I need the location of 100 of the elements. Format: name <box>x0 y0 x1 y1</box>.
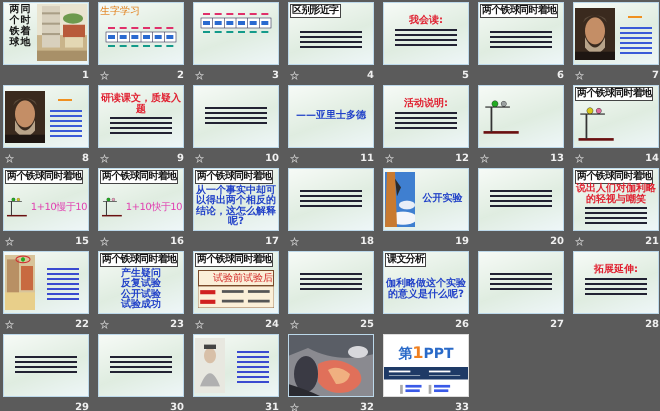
slide-number: 21 <box>645 236 659 246</box>
slide-number: 24 <box>265 318 279 330</box>
animation-icon[interactable] <box>480 154 489 162</box>
slide-thumbnail[interactable]: 第1PPT <box>383 334 469 397</box>
slide-number: 18 <box>360 236 374 246</box>
slide-header: 两个铁球同时着地 <box>195 253 274 267</box>
slide-thumbnail[interactable]: 拓展延伸: <box>573 251 659 314</box>
slide-number: 30 <box>170 402 184 411</box>
animation-icon[interactable] <box>575 236 584 246</box>
slide-number: 15 <box>75 236 89 246</box>
slide-thumbnail[interactable] <box>478 168 564 231</box>
character-grid-drawing <box>200 12 272 36</box>
animation-icon[interactable] <box>195 320 204 328</box>
slide-text: 公开实验 <box>422 194 462 205</box>
slide-thumbnail[interactable]: 两个铁球同时着地 <box>478 2 564 65</box>
slide-number: 22 <box>75 318 89 330</box>
slide-number: 23 <box>170 318 184 330</box>
animation-icon[interactable] <box>5 154 14 162</box>
slide-number: 3 <box>272 70 279 80</box>
slide-header: 两个铁球同时着地 <box>100 253 178 267</box>
slide-number: 17 <box>265 236 279 246</box>
slide-thumbnail[interactable] <box>193 2 279 65</box>
animation-icon[interactable] <box>575 70 584 80</box>
slide-header: 两个铁球同时着地 <box>195 170 274 184</box>
animation-icon[interactable] <box>100 70 109 80</box>
slide-header: 课文分析 <box>385 253 426 267</box>
slide-header: 区别形近字 <box>290 4 341 18</box>
slide-title: 同时着地 <box>20 4 30 50</box>
slide-number: 12 <box>455 152 469 164</box>
animation-icon[interactable] <box>385 154 394 162</box>
slide-number: 13 <box>550 152 564 164</box>
blurred-text-drawing <box>618 14 654 54</box>
animation-icon[interactable] <box>290 154 299 162</box>
animation-icon[interactable] <box>100 154 109 162</box>
slide-number: 32 <box>360 402 374 411</box>
slide-thumbnail[interactable]: 课文分析 伽利略做这个实验的意义是什么呢? <box>383 251 469 314</box>
slide-text: 研读课文，质疑入题 <box>100 94 182 115</box>
slide-thumbnail[interactable] <box>478 251 564 314</box>
slide-text: 试验成功 <box>121 300 161 310</box>
animation-icon[interactable] <box>5 320 14 328</box>
slide-thumbnail[interactable] <box>288 168 374 231</box>
slide-header: 两个铁球同时着地 <box>575 87 654 101</box>
slide-text: 活动说明: <box>404 99 448 110</box>
slide-thumbnail[interactable]: 两个铁球同时着地 试验前试验后 <box>193 251 279 314</box>
slide-thumbnail[interactable]: 我会读: <box>383 2 469 65</box>
slide-thumbnail[interactable]: ——亚里士多德 <box>288 85 374 148</box>
slide-text: 1+10慢于10 <box>30 200 87 214</box>
animation-icon[interactable] <box>100 320 109 328</box>
slide-number: 28 <box>645 318 659 330</box>
slide-thumbnail[interactable] <box>3 334 89 397</box>
animation-icon[interactable] <box>5 236 14 246</box>
animation-icon[interactable] <box>290 402 299 411</box>
animation-icon[interactable] <box>100 236 109 246</box>
table-header: 试验前 <box>213 272 243 285</box>
slide-number: 5 <box>462 70 469 80</box>
slide-thumbnail[interactable]: 两个铁球同时着地 1+10快于10 <box>98 168 184 231</box>
slide-number: 7 <box>652 70 659 80</box>
slide-thumbnail[interactable]: 两个铁球同时着地 <box>573 85 659 148</box>
slide-text: ——亚里士多德 <box>296 111 366 122</box>
slide-thumbnail[interactable] <box>193 334 279 397</box>
slide-number: 14 <box>645 152 659 164</box>
slide-heading: 生字学习 <box>100 4 140 18</box>
slide-thumbnail[interactable]: 两个铁球 同时着地 <box>3 2 89 65</box>
slide-thumbnail[interactable] <box>3 251 89 314</box>
blurred-text-drawing <box>48 96 84 136</box>
slide-thumbnail[interactable]: 两个铁球同时着地 1+10慢于10 <box>3 168 89 231</box>
slide-thumbnail[interactable]: 两个铁球同时着地 产生疑问 反复试验 公开试验 试验成功 <box>98 251 184 314</box>
slide-thumbnail[interactable] <box>3 85 89 148</box>
slide-number: 19 <box>455 236 469 246</box>
slide-thumbnail[interactable]: 区别形近字 <box>288 2 374 65</box>
animation-icon[interactable] <box>195 154 204 162</box>
slide-text: 产生疑问 <box>121 268 161 278</box>
slide-thumbnail[interactable]: 两个铁球同时着地 说出人们对伽利略的轻视与嘲笑 <box>573 168 659 231</box>
slide-thumbnail[interactable] <box>288 251 374 314</box>
slide-number: 31 <box>265 402 279 411</box>
slide-header: 两个铁球同时着地 <box>480 4 558 18</box>
animation-icon[interactable] <box>575 154 584 162</box>
animation-icon[interactable] <box>290 320 299 328</box>
animation-icon[interactable] <box>290 236 299 246</box>
slide-thumbnail[interactable]: 两个铁球同时着地 从一个事实中却可以得出两个相反的结论，这怎么解释呢? <box>193 168 279 231</box>
slide-number: 26 <box>455 318 469 330</box>
slide-thumbnail[interactable]: 活动说明: <box>383 85 469 148</box>
slide-thumbnail[interactable]: 研读课文，质疑入题 <box>98 85 184 148</box>
slide-number: 6 <box>557 70 564 80</box>
slide-header: 两个铁球同时着地 <box>100 170 178 184</box>
slide-thumbnail[interactable] <box>193 85 279 148</box>
animation-icon[interactable] <box>290 70 299 80</box>
slide-thumbnail[interactable] <box>573 2 659 65</box>
table-header: 试验后 <box>243 272 273 285</box>
slide-number: 29 <box>75 402 89 411</box>
slide-number: 10 <box>265 152 279 164</box>
slide-text: 1+10快于10 <box>126 200 182 214</box>
animation-icon[interactable] <box>195 70 204 80</box>
slide-text: 伽利略做这个实验的意义是什么呢? <box>385 279 467 300</box>
slide-thumbnail[interactable] <box>478 85 564 148</box>
slide-number: 16 <box>170 236 184 246</box>
slide-thumbnail[interactable]: 公开实验 <box>383 168 469 231</box>
slide-text: 我会读: <box>409 16 443 27</box>
slide-header: 两个铁球同时着地 <box>5 170 84 184</box>
slide-thumbnail[interactable] <box>98 334 184 397</box>
